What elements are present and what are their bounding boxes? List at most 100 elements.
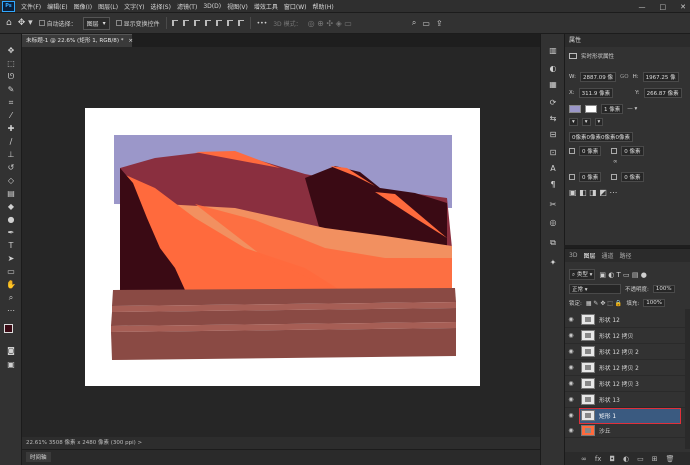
align-right-icon[interactable] xyxy=(193,20,200,26)
align-middle-icon[interactable] xyxy=(215,20,222,26)
document-tab[interactable]: 未标题-1 @ 22.6% (矩形 1, RGB/8) * × xyxy=(22,34,133,47)
visibility-eye-icon[interactable]: ◉ xyxy=(565,316,577,323)
zoom-tool-icon[interactable]: ⌕ xyxy=(5,293,17,303)
menu-help[interactable]: 帮助(H) xyxy=(313,2,334,11)
filter-icons[interactable]: ▣ ◐ T ▭ ▤ ● xyxy=(599,271,646,279)
layer-name[interactable]: 形状 12 拷贝 2 xyxy=(599,363,639,372)
move-tool-icon[interactable]: ✥ xyxy=(5,46,17,56)
width-field[interactable]: 2887.09 像 xyxy=(579,72,616,82)
align-bottom-icon[interactable] xyxy=(226,20,233,26)
3d-tools-icons[interactable]: ◎ ⊕ ✣ ◈ ▭ xyxy=(308,19,352,28)
shape-tool-icon[interactable]: ▭ xyxy=(5,267,17,277)
menu-filter[interactable]: 滤镜(T) xyxy=(177,2,197,11)
align-left-icon[interactable] xyxy=(171,20,178,26)
opacity-field[interactable]: 100% xyxy=(652,285,675,293)
layer-row[interactable]: ◉ 沙丘 xyxy=(565,424,685,438)
quick-mask-icon[interactable]: ◙ xyxy=(5,346,17,356)
corner-tr-field[interactable]: 0 像素 xyxy=(621,146,644,156)
distribute-icon[interactable] xyxy=(237,20,244,26)
paragraph-panel-icon[interactable]: ¶ xyxy=(548,180,558,190)
more-tools-icon[interactable]: ⋯ xyxy=(5,306,17,316)
artboard[interactable] xyxy=(85,108,480,386)
menu-view[interactable]: 视图(V) xyxy=(227,2,248,11)
crop-tool-icon[interactable]: ⌗ xyxy=(5,98,17,108)
type-tool-icon[interactable]: T xyxy=(5,241,17,251)
home-icon[interactable]: ⌂ xyxy=(6,18,12,28)
link-dimensions-icon[interactable]: GO xyxy=(620,74,629,80)
fill-field[interactable]: 100% xyxy=(643,299,665,307)
layer-name[interactable]: 形状 12 拷贝 2 xyxy=(599,347,639,356)
canvas-area[interactable] xyxy=(22,47,540,437)
align-top-icon[interactable] xyxy=(204,20,211,26)
lock-icons[interactable]: ▦ ✎ ✥ ⬚ 🔒 xyxy=(586,300,623,307)
blend-mode-dropdown[interactable]: 正常 ▾ xyxy=(569,284,621,294)
layer-row[interactable]: ◉ 形状 12 xyxy=(565,312,685,328)
layer-row[interactable]: ◉ 形状 12 拷贝 2 xyxy=(565,360,685,376)
character-panel-icon[interactable]: A xyxy=(548,164,558,174)
layer-row-selected[interactable]: 矩形 1 xyxy=(579,408,681,424)
trash-icon[interactable]: 🗑 xyxy=(666,455,675,463)
layer-row[interactable]: ◉ 形状 12 拷贝 3 xyxy=(565,376,685,392)
link-corners-icon[interactable]: ∞ xyxy=(613,159,618,165)
actions-panel-icon[interactable]: ✦ xyxy=(548,258,558,268)
height-field[interactable]: 1967.25 像 xyxy=(642,72,679,82)
corner-tl-field[interactable]: 0 像素 xyxy=(579,146,602,156)
y-field[interactable]: 266.87 像素 xyxy=(643,88,682,98)
visibility-eye-icon[interactable]: ◉ xyxy=(565,364,577,371)
tab-3d[interactable]: 3D xyxy=(569,252,577,259)
visibility-eye-icon[interactable]: ◉ xyxy=(565,396,577,403)
layer-name[interactable]: 形状 12 xyxy=(599,315,620,324)
fill-swatch[interactable] xyxy=(569,105,581,113)
healing-tool-icon[interactable]: ✚ xyxy=(5,124,17,134)
layer-comps-icon[interactable]: ⊟ xyxy=(548,130,558,140)
quick-select-tool-icon[interactable]: ✎ xyxy=(5,85,17,95)
stroke-caps-dropdown[interactable]: ▾ xyxy=(581,118,591,126)
info-panel-icon[interactable]: ⧉ xyxy=(548,238,558,248)
brush-tool-icon[interactable]: ∕ xyxy=(5,137,17,147)
auto-select-dropdown[interactable]: 图层 ▾ xyxy=(82,16,110,30)
brush-panel-icon[interactable]: ⊡ xyxy=(548,148,558,158)
stroke-corners-dropdown[interactable]: ▾ xyxy=(594,118,604,126)
tab-channels[interactable]: 通道 xyxy=(601,251,613,260)
hand-tool-icon[interactable]: ✋ xyxy=(5,280,17,290)
move-tool-icon[interactable]: ✥ ▾ xyxy=(18,18,33,28)
visibility-eye-icon[interactable]: ◉ xyxy=(565,380,577,387)
layer-row[interactable]: ◉ 形状 13 xyxy=(565,392,685,408)
menu-file[interactable]: 文件(F) xyxy=(21,2,41,11)
auto-select-checkbox[interactable] xyxy=(38,20,45,26)
layer-row[interactable]: ◉ 形状 12 拷贝 2 xyxy=(565,344,685,360)
layer-name[interactable]: 沙丘 xyxy=(599,426,611,435)
stamp-tool-icon[interactable]: ⊥ xyxy=(5,150,17,160)
stroke-width-field[interactable]: 1 像素 xyxy=(601,104,624,114)
menu-window[interactable]: 窗口(W) xyxy=(284,2,307,11)
swatches-panel-icon[interactable]: ▦ xyxy=(548,80,558,90)
timeline-tab[interactable]: 时间轴 xyxy=(26,452,51,462)
screen-mode-icon[interactable]: ▣ xyxy=(5,360,17,370)
tab-paths[interactable]: 路径 xyxy=(619,251,631,260)
mask-icon[interactable]: ◘ xyxy=(609,455,615,463)
pathfinder-icons[interactable]: ▣ ◧ ◨ ◩ ⋯ xyxy=(569,188,617,197)
maximize-button[interactable]: □ xyxy=(660,3,667,11)
adjustment-icon[interactable]: ◐ xyxy=(623,455,629,463)
share-icon[interactable]: ⇪ xyxy=(436,19,443,28)
search-icon[interactable]: ⌕ xyxy=(412,18,416,28)
visibility-eye-icon[interactable]: ◉ xyxy=(565,427,577,434)
menu-layer[interactable]: 图层(L) xyxy=(98,2,118,11)
workspace-icon[interactable]: ▭ xyxy=(422,19,430,28)
libraries-panel-icon[interactable]: ⇆ xyxy=(548,114,558,124)
menu-3d[interactable]: 3D(D) xyxy=(203,3,221,10)
eyedropper-tool-icon[interactable]: ⁄ xyxy=(5,111,17,121)
close-button[interactable]: ✕ xyxy=(680,3,686,11)
stroke-style-dropdown[interactable]: — ▾ xyxy=(627,106,637,112)
close-document-icon[interactable]: × xyxy=(128,38,133,44)
layer-name[interactable]: 形状 12 拷贝 xyxy=(599,331,633,340)
visibility-eye-icon[interactable]: ◉ xyxy=(565,348,577,355)
corner-bl-field[interactable]: 0 像素 xyxy=(579,172,602,182)
navigator-panel-icon[interactable]: ◎ xyxy=(548,218,558,228)
dodge-tool-icon[interactable]: ● xyxy=(5,215,17,225)
lasso-tool-icon[interactable]: ᘎ xyxy=(5,72,17,82)
menu-plugins[interactable]: 增效工具 xyxy=(254,2,278,11)
layer-name[interactable]: 形状 12 拷贝 3 xyxy=(599,379,639,388)
layers-scrollbar[interactable] xyxy=(685,309,690,449)
menu-select[interactable]: 选择(S) xyxy=(150,2,171,11)
